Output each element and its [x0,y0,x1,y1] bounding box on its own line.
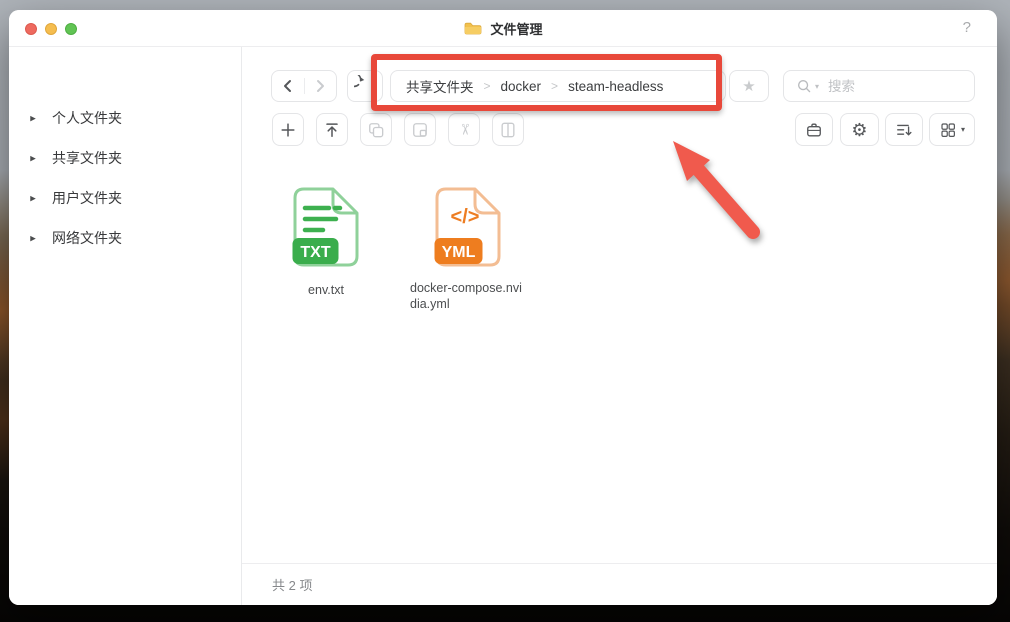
sidebar-item-personal[interactable]: ▶ 个人文件夹 [9,105,241,131]
main-panel: 共享文件夹 > docker > steam-headless ★ ▾ [242,47,997,605]
titlebar: 文件管理 ? [9,10,997,47]
upload-icon [322,120,342,140]
sort-icon [894,120,914,140]
window-title: 文件管理 [490,19,542,38]
search-icon [796,78,812,94]
txt-file-icon: TXT [292,186,360,268]
help-button[interactable]: ? [963,19,971,36]
copy-icon [366,120,386,140]
chevron-down-icon: ▾ [961,125,965,134]
chevron-right-icon[interactable]: ▶ [30,154,36,162]
paste-button[interactable] [492,113,524,146]
sidebar-item-shared[interactable]: ▶ 共享文件夹 [9,145,241,171]
window-body: ▶ 个人文件夹 ▶ 共享文件夹 ▶ 用户文件夹 ▶ 网络文件夹 [9,47,997,605]
item-count: 共 2 项 [272,575,312,594]
chevron-down-icon[interactable]: ▾ [815,82,819,91]
view-mode-button[interactable]: ▾ [929,113,975,146]
window-title-area: 文件管理 [9,10,997,47]
sidebar-item-label: 用户文件夹 [52,188,122,208]
chevron-left-icon [277,75,299,97]
file-item-env-txt[interactable]: TXT env.txt [268,186,384,299]
breadcrumb-segment-shared-folder[interactable]: 共享文件夹 [406,76,474,96]
sidebar-item-network[interactable]: ▶ 网络文件夹 [9,225,241,251]
chevron-right-icon[interactable]: ▶ [30,114,36,122]
gear-icon: ⚙ [851,121,867,139]
file-manager-window: 文件管理 ? ▶ 个人文件夹 ▶ 共享文件夹 ▶ 用户文件夹 ▶ 网络文件夹 [9,10,997,605]
search-box[interactable]: ▾ [783,70,975,102]
file-name: env.txt [308,283,344,299]
copy-button[interactable] [360,113,392,146]
settings-button[interactable]: ⚙ [840,113,879,146]
toolbox-button[interactable] [795,113,833,146]
sidebar-item-label: 网络文件夹 [52,228,122,248]
favorite-button[interactable]: ★ [729,70,769,102]
cut-button[interactable]: ✂ [448,113,480,146]
refresh-button[interactable] [347,70,383,102]
upload-button[interactable] [316,113,348,146]
move-button[interactable] [404,113,436,146]
forward-button[interactable] [304,71,336,101]
chevron-right-icon[interactable]: ▶ [30,234,36,242]
new-item-button[interactable] [272,113,304,146]
nav-history-group [271,70,337,102]
scissors-icon: ✂ [456,123,471,136]
chevron-right-icon [309,75,331,97]
briefcase-icon [804,120,824,140]
search-input[interactable] [828,79,948,94]
file-badge: TXT [300,244,330,261]
breadcrumb-separator: > [551,79,558,93]
status-bar: 共 2 项 [242,563,997,605]
sidebar-item-label: 共享文件夹 [52,148,122,168]
file-badge: YML [442,244,476,261]
file-item-docker-compose-yml[interactable]: </> YML docker-compose.nvidia.yml [410,186,526,313]
file-name: docker-compose.nvidia.yml [410,281,526,312]
sort-button[interactable] [885,113,923,146]
star-icon: ★ [742,79,755,94]
move-to-icon [410,120,430,140]
back-button[interactable] [272,71,304,101]
code-symbol: </> [451,206,480,228]
breadcrumb-separator: > [484,79,491,93]
plus-icon [278,120,298,140]
paste-icon [498,120,518,140]
sidebar: ▶ 个人文件夹 ▶ 共享文件夹 ▶ 用户文件夹 ▶ 网络文件夹 [9,47,242,605]
desktop: { "window": { "title": "文件管理", "help_lab… [0,0,1010,622]
sidebar-item-label: 个人文件夹 [52,108,122,128]
chevron-right-icon[interactable]: ▶ [30,194,36,202]
refresh-icon [354,75,376,97]
folder-icon [463,21,483,36]
breadcrumb-segment-docker[interactable]: docker [501,79,542,94]
sidebar-item-user[interactable]: ▶ 用户文件夹 [9,185,241,211]
yml-file-icon: </> YML [434,186,502,268]
breadcrumb-segment-steam-headless[interactable]: steam-headless [568,79,663,94]
breadcrumb: 共享文件夹 > docker > steam-headless [390,70,726,102]
grid-view-icon [939,121,957,139]
